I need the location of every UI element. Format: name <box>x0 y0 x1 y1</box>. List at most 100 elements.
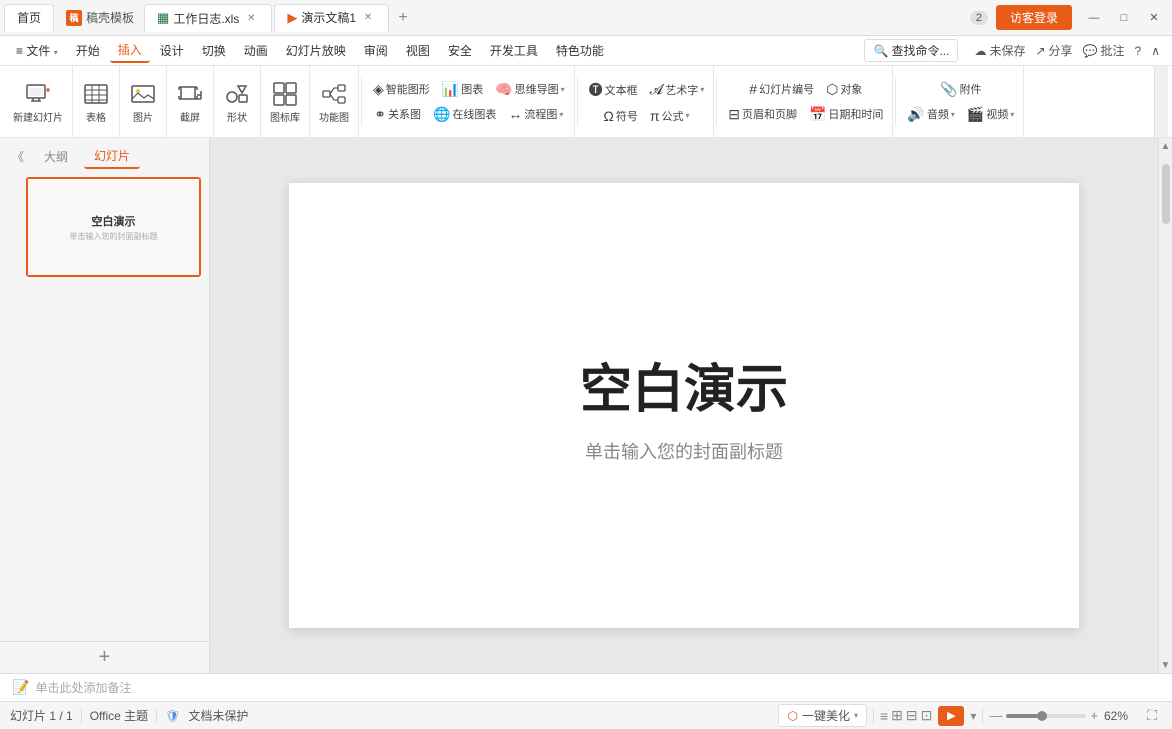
flowchart-label: 流程图 <box>524 106 557 122</box>
minimize-button[interactable]: — <box>1080 8 1108 28</box>
slide-thumbnail[interactable]: 空白演示 单击输入您的封面副标题 <box>26 177 201 277</box>
ppt-icon: ▶ <box>287 10 297 26</box>
new-slide-button[interactable]: 新建幻灯片 <box>8 77 68 127</box>
menu-design[interactable]: 设计 <box>152 39 192 62</box>
menu-security[interactable]: 安全 <box>440 39 480 62</box>
tab-presentation[interactable]: ▶ 演示文稿1 ✕ <box>274 4 389 32</box>
menu-insert[interactable]: 插入 <box>110 38 150 63</box>
smart-shape-button[interactable]: ◈ 智能图形 <box>368 79 435 100</box>
panel-collapse-button[interactable]: 《 <box>8 147 28 167</box>
toolbar-group-text: 🅣 文本框 𝓐 艺术字 ▾ Ω 符号 π 公式 ▾ <box>580 66 715 137</box>
menu-transition[interactable]: 切换 <box>194 39 234 62</box>
datetime-button[interactable]: 📅 日期和时间 <box>804 104 888 125</box>
object-button[interactable]: ⬡ 对象 <box>821 79 867 100</box>
toolbar-sep-2 <box>577 78 578 126</box>
menu-animation[interactable]: 动画 <box>236 39 276 62</box>
menu-review[interactable]: 审阅 <box>356 39 396 62</box>
new-tab-button[interactable]: + <box>389 4 417 32</box>
menu-developer[interactable]: 开发工具 <box>482 39 546 62</box>
right-scrollbar[interactable]: ▲ ▼ <box>1158 138 1172 673</box>
status-sep-1 <box>81 708 82 724</box>
image-button[interactable]: 图片 <box>124 77 162 127</box>
funcmap-button[interactable]: 功能图 <box>314 77 354 127</box>
tab-home[interactable]: 首页 <box>4 4 54 32</box>
zoom-track[interactable] <box>1006 714 1086 718</box>
tab-template[interactable]: 稿 稿壳模板 <box>56 4 144 32</box>
scroll-down-arrow[interactable]: ▼ <box>1159 657 1172 673</box>
slide-num-button[interactable]: # 幻灯片编号 <box>744 79 819 99</box>
tab-outline[interactable]: 大纲 <box>34 145 78 168</box>
relation-map-button[interactable]: ⚭ 关系图 <box>369 104 426 125</box>
chart-button[interactable]: 📊 图表 <box>437 79 488 100</box>
art-text-button[interactable]: 𝓐 艺术字 ▾ <box>645 79 710 100</box>
status-sep-2 <box>156 708 157 724</box>
zoom-minus[interactable]: — <box>989 708 1002 723</box>
tab-presentation-close[interactable]: ✕ <box>360 10 376 26</box>
statusbar: 幻灯片 1 / 1 Office 主题 🛡 文档未保护 ⬡ 一键美化 ▾ ≡ ⊞… <box>0 701 1172 729</box>
fullscreen-button[interactable]: ⛶ <box>1142 706 1162 726</box>
zoom-plus[interactable]: + <box>1090 708 1098 723</box>
toolbar-group-smart: ◈ 智能图形 📊 图表 🧠 思维导图 ▾ ⚭ 关系图 🌐 在线图表 <box>364 66 575 137</box>
scroll-track[interactable] <box>1159 154 1172 657</box>
close-button[interactable]: ✕ <box>1140 8 1168 28</box>
scroll-up-arrow[interactable]: ▲ <box>1159 138 1172 154</box>
note-placeholder[interactable]: 单击此处添加备注 <box>35 679 131 696</box>
toolbar-group-funcmap: 功能图 <box>310 66 359 137</box>
flowchart-button[interactable]: ↔ 流程图 ▾ <box>503 104 568 124</box>
slide-thumb-subtitle: 单击输入您的封面副标题 <box>70 231 158 242</box>
zoom-level[interactable]: 62% <box>1104 709 1136 723</box>
slide-canvas[interactable]: 空白演示 单击输入您的封面副标题 <box>289 183 1079 628</box>
play-dropdown[interactable]: ▾ <box>970 709 976 723</box>
notes-view-icon[interactable]: ⊡ <box>921 707 933 724</box>
textbox-button[interactable]: 🅣 文本框 <box>584 78 643 102</box>
shape-button[interactable]: 形状 <box>218 77 256 127</box>
object-label: 对象 <box>840 81 862 97</box>
menu-slideshow[interactable]: 幻灯片放映 <box>278 39 354 62</box>
art-text-label: 艺术字 <box>665 82 698 98</box>
share-button[interactable]: ↗ 分享 <box>1031 40 1076 61</box>
comment-button[interactable]: 💬 批注 <box>1079 40 1129 61</box>
zoom-thumb[interactable] <box>1037 711 1047 721</box>
scroll-thumb[interactable] <box>1162 164 1170 224</box>
menu-home[interactable]: 开始 <box>68 39 108 62</box>
table-button[interactable]: 表格 <box>77 77 115 127</box>
notification-badge[interactable]: 2 <box>970 11 988 25</box>
slide-thumb-title: 空白演示 <box>92 213 136 229</box>
mind-map-button[interactable]: 🧠 思维导图 ▾ <box>490 79 569 100</box>
smart-tools-row1: ◈ 智能图形 📊 图表 🧠 思维导图 ▾ <box>368 79 570 100</box>
toolbar-sep-4 <box>895 78 896 126</box>
menu-special[interactable]: 特色功能 <box>548 39 612 62</box>
header-footer-button[interactable]: ⊟ 页眉和页脚 <box>723 104 802 125</box>
add-slide-button[interactable]: + <box>0 641 209 673</box>
online-table-button[interactable]: 🌐 在线图表 <box>428 104 501 125</box>
help-button[interactable]: ? <box>1131 42 1146 60</box>
slide-panel: 《 大纲 幻灯片 1 空白演示 单击输入您的封面副标题 + <box>0 138 210 673</box>
audio-button[interactable]: 🔊 音频 ▾ <box>902 104 959 125</box>
tab-xls[interactable]: ▦ 工作日志.xls ✕ <box>144 4 272 32</box>
symbol-button[interactable]: Ω 符号 <box>598 106 642 126</box>
maximize-button[interactable]: □ <box>1110 8 1138 28</box>
unsaved-indicator[interactable]: ☁ 未保存 <box>970 40 1029 61</box>
video-button[interactable]: 🎬 视频 ▾ <box>962 104 1019 125</box>
list-view-icon[interactable]: ≡ <box>880 708 888 724</box>
search-command[interactable]: 🔍 查找命令... <box>864 39 958 62</box>
mind-map-icon: 🧠 <box>495 81 512 98</box>
play-button[interactable]: ▶ <box>938 706 964 726</box>
login-button[interactable]: 访客登录 <box>996 5 1072 30</box>
screenshot-button[interactable]: 截屏 <box>171 77 209 127</box>
beautify-chevron: ▾ <box>854 711 858 720</box>
toolbar: 新建幻灯片 表格 图片 截屏 <box>0 66 1172 138</box>
expand-button[interactable]: ∧ <box>1147 42 1164 60</box>
iconlib-button[interactable]: 图标库 <box>265 77 305 127</box>
menu-file[interactable]: ≡ 文件 ▾ <box>8 39 66 62</box>
symbol-label: 符号 <box>616 108 638 124</box>
tab-xls-close[interactable]: ✕ <box>243 10 259 26</box>
tab-slides[interactable]: 幻灯片 <box>84 144 140 169</box>
menu-view[interactable]: 视图 <box>398 39 438 62</box>
beautify-button[interactable]: ⬡ 一键美化 ▾ <box>778 704 867 727</box>
smart-shape-label: 智能图形 <box>386 81 430 97</box>
attachment-button[interactable]: 📎 附件 <box>935 79 986 100</box>
formula-button[interactable]: π 公式 ▾ <box>645 106 695 126</box>
normal-view-icon[interactable]: ⊞ <box>891 707 903 724</box>
grid-view-icon[interactable]: ⊟ <box>906 707 918 724</box>
